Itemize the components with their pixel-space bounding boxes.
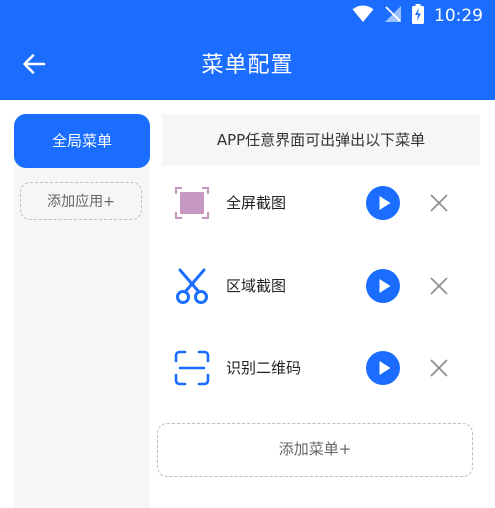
play-button[interactable] (366, 186, 400, 220)
remove-button[interactable] (426, 355, 452, 381)
sidebar: 全局菜单 添加应用+ (14, 114, 150, 508)
menu-description: APP任意界面可出弹出以下菜单 (162, 114, 480, 166)
page-title: 菜单配置 (201, 53, 294, 78)
scissors-icon (172, 266, 212, 306)
add-app-button[interactable]: 添加应用+ (20, 182, 142, 220)
toolbar: 菜单配置 (0, 32, 495, 100)
menu-item-scan-qr: 识别二维码 (162, 343, 480, 393)
menu-item-fullscreen-screenshot: 全屏截图 (162, 178, 480, 228)
menu-item-label: 全屏截图 (226, 194, 287, 212)
status-bar: 10:29 (0, 0, 495, 32)
sidebar-tab-global-menu[interactable]: 全局菜单 (14, 114, 150, 168)
menu-item-label: 区域截图 (226, 277, 287, 295)
play-button[interactable] (366, 269, 400, 303)
no-signal-icon (384, 5, 402, 27)
play-icon (379, 196, 391, 210)
remove-button[interactable] (426, 190, 452, 216)
menu-item-label: 识别二维码 (226, 359, 302, 377)
status-time: 10:29 (434, 6, 483, 26)
fullscreen-screenshot-icon (172, 183, 212, 223)
scan-qr-icon (172, 348, 212, 388)
close-icon (430, 194, 448, 212)
close-icon (430, 359, 448, 377)
app-bar: 10:29 菜单配置 (0, 0, 495, 100)
battery-charging-icon (412, 4, 424, 28)
menu-item-area-screenshot: 区域截图 (162, 261, 480, 311)
play-icon (379, 279, 391, 293)
wifi-icon (352, 5, 374, 27)
close-icon (430, 277, 448, 295)
play-icon (379, 361, 391, 375)
status-icons: 10:29 (352, 4, 483, 28)
remove-button[interactable] (426, 273, 452, 299)
play-button[interactable] (366, 351, 400, 385)
add-menu-button[interactable]: 添加菜单+ (157, 423, 473, 477)
